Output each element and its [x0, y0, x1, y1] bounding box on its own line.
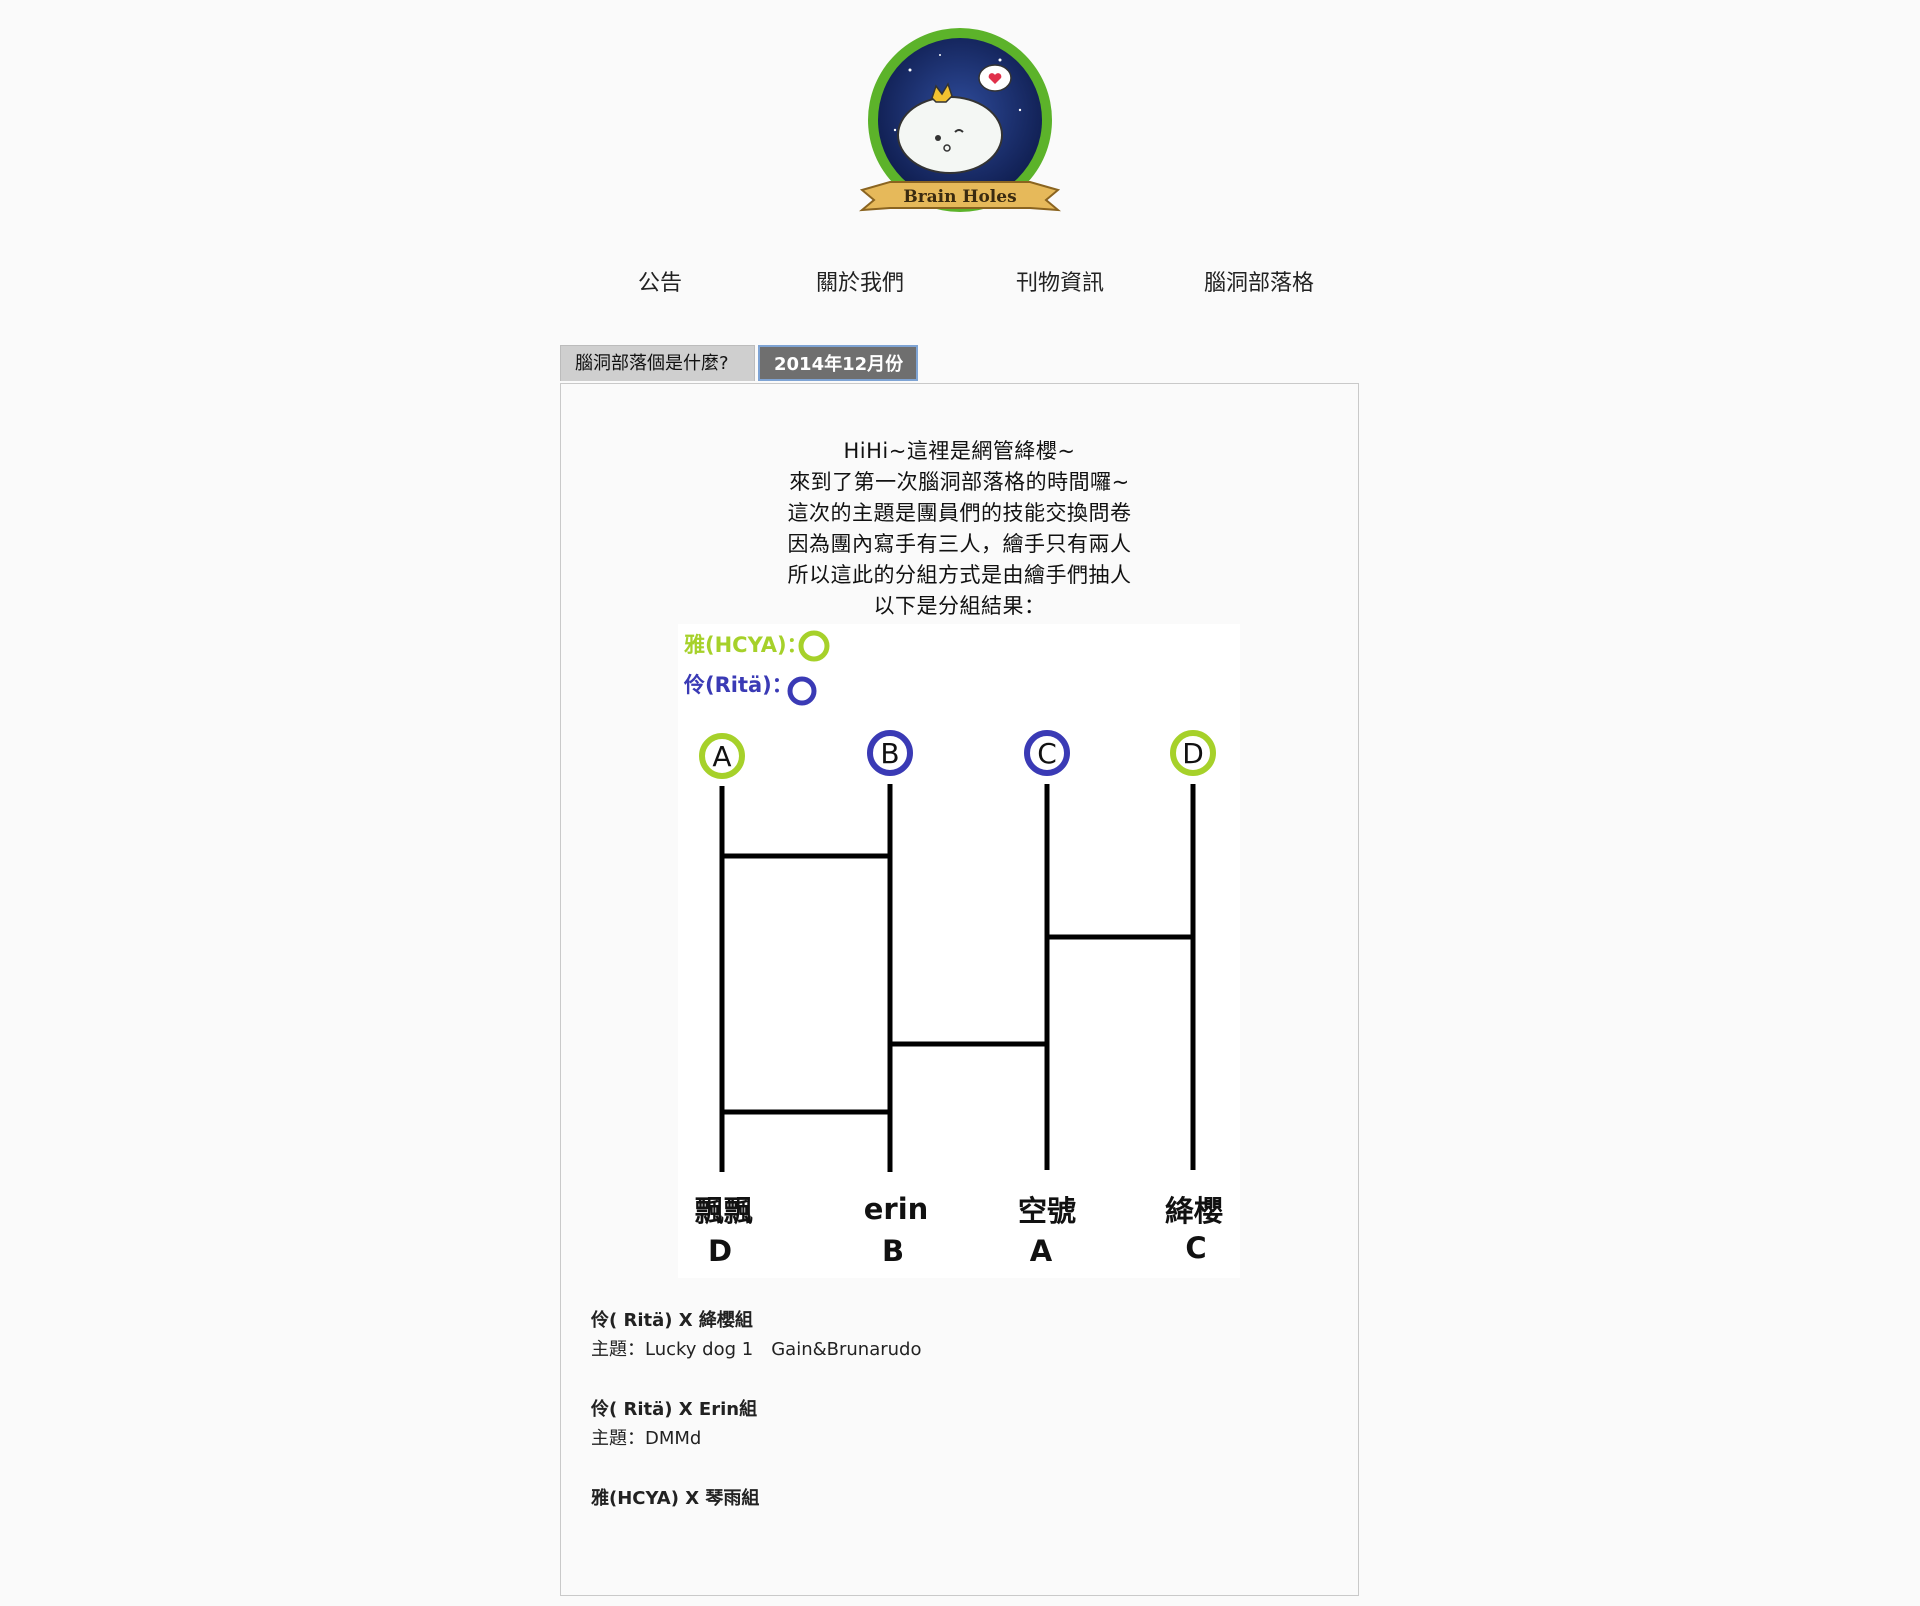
- nav-blog[interactable]: 腦洞部落格: [1204, 265, 1314, 297]
- lottery-diagram: 雅(HCYA)： 伶(Ritä)： A B C D 飄飄 erin 空號 絳櫻 …: [678, 624, 1240, 1278]
- nav-about-us[interactable]: 關於我們: [816, 265, 904, 297]
- group-title: 雅(HCYA) X 琴雨組: [591, 1488, 760, 1509]
- ladder-svg: 雅(HCYA)： 伶(Ritä)： A B C D 飄飄 erin 空號 絳櫻 …: [683, 630, 1223, 1268]
- nav-announcements[interactable]: 公告: [638, 265, 682, 297]
- group-theme: 主題：Lucky dog 1 Gain&Brunarudo: [591, 1339, 922, 1360]
- name-1: 飄飄: [694, 1194, 753, 1228]
- top-letter-a: A: [712, 740, 731, 773]
- group-title: 伶( Ritä) X 絳櫻組: [591, 1310, 753, 1331]
- group-entry: 伶( Ritä) X 絳櫻組 主題：Lucky dog 1 Gain&Bruna…: [591, 1306, 921, 1361]
- legend-rita-label: 伶(Ritä)：: [683, 673, 793, 697]
- result-1: D: [708, 1234, 732, 1268]
- intro-line: 因為團內寫手有三人，繪手只有兩人: [787, 532, 1132, 556]
- nav-publications[interactable]: 刊物資訊: [1016, 265, 1104, 297]
- name-3: 空號: [1018, 1194, 1076, 1228]
- intro-text: HiHi~這裡是網管絳櫻~ 來到了第一次腦洞部落格的時間囉~ 這次的主題是團員們…: [561, 436, 1358, 622]
- top-letter-c: C: [1037, 737, 1057, 770]
- intro-line: 這次的主題是團員們的技能交換問卷: [787, 501, 1132, 525]
- group-entry: 伶( Ritä) X Erin組 主題：DMMd: [591, 1395, 757, 1450]
- top-letter-b: B: [880, 737, 899, 770]
- name-2: erin: [864, 1192, 929, 1226]
- intro-line: 所以這此的分組方式是由繪手們抽人: [787, 563, 1132, 587]
- top-letter-d: D: [1182, 737, 1204, 770]
- result-3: A: [1030, 1234, 1053, 1268]
- result-4: C: [1185, 1231, 1206, 1265]
- main-nav: 公告 關於我們 刊物資訊 腦洞部落格: [560, 265, 1360, 305]
- tab-what-is-blog[interactable]: 腦洞部落個是什麼?: [560, 345, 755, 381]
- group-title: 伶( Ritä) X Erin組: [591, 1399, 758, 1420]
- group-entry: 雅(HCYA) X 琴雨組: [591, 1484, 759, 1510]
- content-panel: HiHi~這裡是網管絳櫻~ 來到了第一次腦洞部落格的時間囉~ 這次的主題是團員們…: [560, 383, 1359, 1596]
- tab-2014-december[interactable]: 2014年12月份: [758, 345, 918, 381]
- legend-hcya-label: 雅(HCYA)：: [684, 633, 808, 657]
- intro-line: HiHi~這裡是網管絳櫻~: [843, 439, 1076, 463]
- logo-text: Brain Holes: [903, 187, 1016, 207]
- intro-line: 來到了第一次腦洞部落格的時間囉~: [789, 470, 1130, 494]
- group-theme: 主題：DMMd: [591, 1428, 702, 1449]
- intro-line: 以下是分組結果：: [873, 594, 1046, 618]
- logo-image: Brain Holes: [858, 28, 1062, 212]
- legend-rita-circle: [787, 676, 817, 706]
- result-2: B: [882, 1234, 904, 1268]
- site-logo[interactable]: Brain Holes: [850, 20, 1070, 230]
- name-4: 絳櫻: [1165, 1194, 1223, 1228]
